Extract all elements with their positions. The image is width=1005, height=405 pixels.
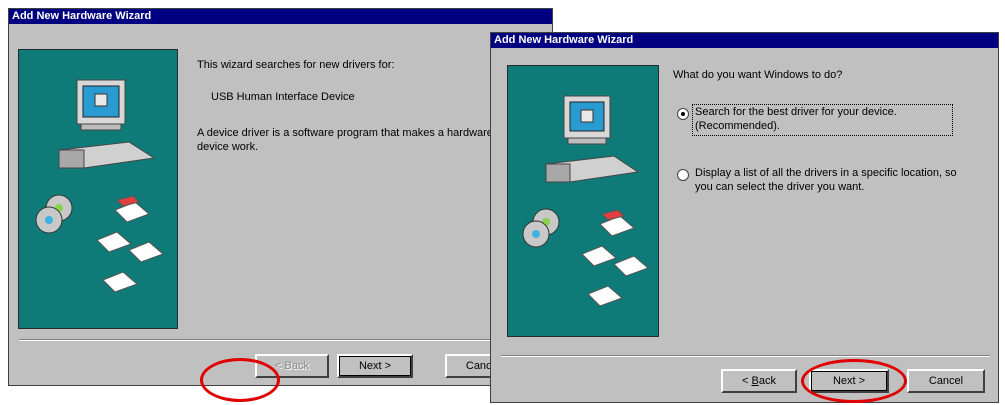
back-button-label: < Back xyxy=(742,375,776,387)
separator xyxy=(501,355,990,357)
radio-display-list[interactable] xyxy=(677,169,689,181)
highlight-circle-next xyxy=(801,359,907,403)
title-bar: Add New Hardware Wizard xyxy=(491,33,998,48)
window-title: Add New Hardware Wizard xyxy=(12,10,152,22)
highlight-circle-back xyxy=(200,358,280,402)
radio-search-best-driver[interactable] xyxy=(677,108,689,120)
wizard-illustration xyxy=(507,65,659,337)
question-text: What do you want Windows to do? xyxy=(673,69,843,81)
wizard-illustration xyxy=(18,49,178,329)
next-button[interactable]: Next > xyxy=(337,354,413,378)
separator xyxy=(19,339,544,341)
title-bar: Add New Hardware Wizard xyxy=(9,9,552,24)
wizard-window-2: Add New Hardware Wizard What do you want… xyxy=(490,32,999,403)
option-search-label[interactable]: Search for the best driver for your devi… xyxy=(695,105,951,133)
intro-text: This wizard searches for new drivers for… xyxy=(197,59,395,71)
back-button-label: < Back xyxy=(275,360,309,372)
next-button-label: Next > xyxy=(358,360,392,372)
cancel-button-label: Cancel xyxy=(928,375,964,387)
device-name: USB Human Interface Device xyxy=(211,91,355,103)
computer-cd-icon xyxy=(522,95,649,307)
option-list-label[interactable]: Display a list of all the drivers in a s… xyxy=(695,166,965,194)
description-text: A device driver is a software program th… xyxy=(197,127,493,153)
cancel-button[interactable]: Cancel xyxy=(907,369,985,393)
window-title: Add New Hardware Wizard xyxy=(494,34,634,46)
wizard-window-1: Add New Hardware Wizard This wizard sear… xyxy=(8,8,553,386)
computer-cd-icon xyxy=(35,79,164,293)
back-button[interactable]: < Back xyxy=(721,369,797,393)
